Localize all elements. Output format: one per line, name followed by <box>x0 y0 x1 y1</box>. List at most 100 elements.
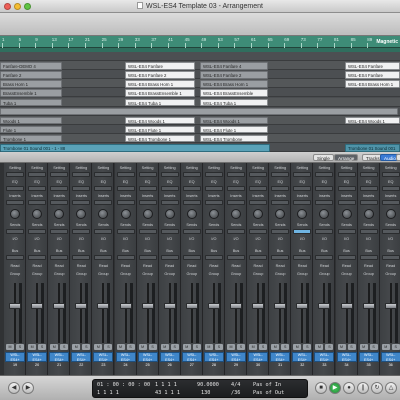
region[interactable]: Flute 1 <box>0 125 62 134</box>
region[interactable]: Trombone 01 Sound 001 <box>345 144 400 152</box>
send-slot[interactable] <box>94 229 113 234</box>
track-lane[interactable]: Fanfare-DEMO 4 WSL-ES4 Fanfare WSL-ES4 Fan… <box>0 61 400 71</box>
insert-slot[interactable] <box>271 200 290 205</box>
region[interactable]: Fanfare 2 <box>0 71 62 79</box>
output-button[interactable] <box>182 255 201 260</box>
track-lane[interactable]: Trombone 1 WSL-ES4 Trombone 1 WSL-ES4 Trom… <box>0 133 400 143</box>
track-lane[interactable]: Tuba 1 WSL-ES4 Tuba 1 WSL-ES4 Tuba 1 <box>0 97 400 107</box>
output-button[interactable] <box>271 255 290 260</box>
insert-slot[interactable] <box>293 200 312 205</box>
insert-slot[interactable] <box>50 200 69 205</box>
mute-button[interactable]: M <box>271 344 280 350</box>
pan-knob[interactable] <box>120 209 131 219</box>
setting-button[interactable] <box>359 172 378 177</box>
channel-name[interactable]: WSL-ES4+ 32 <box>292 352 313 367</box>
setting-button[interactable] <box>337 172 356 177</box>
volume-fader-handle[interactable] <box>75 303 88 309</box>
insert-slot[interactable] <box>315 200 334 205</box>
channel-name[interactable]: WSL-ES4+ 29 <box>226 352 246 367</box>
record-icon[interactable]: ● <box>343 382 355 394</box>
insert-slot[interactable] <box>359 200 378 205</box>
eq-button[interactable] <box>249 186 268 191</box>
bar-ruler[interactable]: Magnetic 1 5 9 13 17 21 25 29 33 37 41 45 49 53 57 61 65… <box>0 36 400 48</box>
volume-fader-handle[interactable] <box>207 303 220 309</box>
solo-button[interactable]: S <box>214 344 223 350</box>
region[interactable]: WSL-ES4 Trombone <box>200 134 268 143</box>
solo-button[interactable]: S <box>38 344 47 350</box>
setting-button[interactable] <box>182 172 201 177</box>
pan-knob[interactable] <box>164 209 175 219</box>
eq-button[interactable] <box>315 186 334 191</box>
region[interactable]: WSL-ES4 Fanfare <box>345 62 400 70</box>
output-button[interactable] <box>6 255 24 260</box>
mute-button[interactable]: M <box>72 344 81 350</box>
channel-name[interactable]: WSL-ES4+ 19 <box>5 352 25 367</box>
output-button[interactable] <box>249 255 268 260</box>
setting-button[interactable] <box>94 172 113 177</box>
send-slot[interactable] <box>116 229 135 234</box>
pan-knob[interactable] <box>253 209 264 219</box>
volume-fader-track[interactable] <box>345 283 348 343</box>
tab-single[interactable]: Single <box>313 154 334 161</box>
setting-button[interactable] <box>160 172 179 177</box>
pan-knob[interactable] <box>98 209 109 219</box>
send-slot[interactable] <box>359 229 378 234</box>
region[interactable]: WSL-ES4 BrassEnsemble 1 <box>125 89 195 97</box>
solo-button[interactable]: S <box>104 344 113 350</box>
insert-slot[interactable] <box>204 200 223 205</box>
setting-button[interactable] <box>138 172 157 177</box>
region[interactable]: WSL-ES4 Woods 1 <box>125 116 195 125</box>
mute-button[interactable]: M <box>359 344 368 350</box>
send-slot[interactable] <box>204 229 223 234</box>
insert-slot[interactable] <box>116 200 135 205</box>
setting-button[interactable] <box>227 172 245 177</box>
mute-button[interactable]: M <box>182 344 191 350</box>
eq-button[interactable] <box>359 186 378 191</box>
volume-fader-track[interactable] <box>257 283 260 343</box>
solo-button[interactable]: S <box>325 344 334 350</box>
volume-fader-handle[interactable] <box>230 303 242 309</box>
volume-fader-track[interactable] <box>36 283 39 343</box>
solo-button[interactable]: S <box>82 344 91 350</box>
pan-knob[interactable] <box>142 209 153 219</box>
solo-button[interactable]: S <box>16 344 24 350</box>
insert-slot[interactable] <box>138 200 157 205</box>
rewind-icon[interactable]: ◀ <box>8 382 20 394</box>
output-button[interactable] <box>359 255 378 260</box>
solo-button[interactable]: S <box>281 344 290 350</box>
send-slot[interactable] <box>138 229 157 234</box>
volume-fader-handle[interactable] <box>340 303 353 309</box>
setting-button[interactable] <box>116 172 135 177</box>
send-slot[interactable] <box>293 229 312 234</box>
region[interactable]: WSL-ES4 Brass Horn 1 <box>125 80 195 88</box>
volume-fader-handle[interactable] <box>53 303 66 309</box>
volume-fader-track[interactable] <box>279 283 282 343</box>
output-button[interactable] <box>94 255 113 260</box>
track-lane[interactable]: Flute 1 WSL-ES4 Flute 1 WSL-ES4 Flute 1 <box>0 124 400 134</box>
volume-fader-track[interactable] <box>124 283 127 343</box>
mute-button[interactable]: M <box>249 344 258 350</box>
insert-slot[interactable] <box>94 200 113 205</box>
channel-name[interactable]: WSL-ES4+ 23 <box>93 352 114 367</box>
volume-fader-handle[interactable] <box>296 303 309 309</box>
send-slot[interactable] <box>249 229 268 234</box>
volume-fader-handle[interactable] <box>252 303 265 309</box>
forward-icon[interactable]: ▶ <box>22 382 34 394</box>
setting-button[interactable] <box>315 172 334 177</box>
solo-button[interactable]: S <box>237 344 245 350</box>
mute-button[interactable]: M <box>204 344 213 350</box>
setting-button[interactable] <box>271 172 290 177</box>
send-slot[interactable] <box>182 229 201 234</box>
region[interactable]: WSL-ES4 Fanfare 2 <box>125 71 195 79</box>
solo-button[interactable]: S <box>60 344 69 350</box>
insert-slot[interactable] <box>72 200 91 205</box>
eq-button[interactable] <box>293 186 312 191</box>
insert-slot[interactable] <box>160 200 179 205</box>
pan-knob[interactable] <box>363 209 374 219</box>
setting-button[interactable] <box>28 172 47 177</box>
output-button[interactable] <box>28 255 47 260</box>
channel-name[interactable]: WSL-ES4+ 24 <box>115 352 136 367</box>
track-lane[interactable] <box>0 106 400 116</box>
track-lane[interactable]: BrassEnsemble 1 WSL-ES4 BrassEnsemble 1 WS… <box>0 88 400 98</box>
output-button[interactable] <box>315 255 334 260</box>
